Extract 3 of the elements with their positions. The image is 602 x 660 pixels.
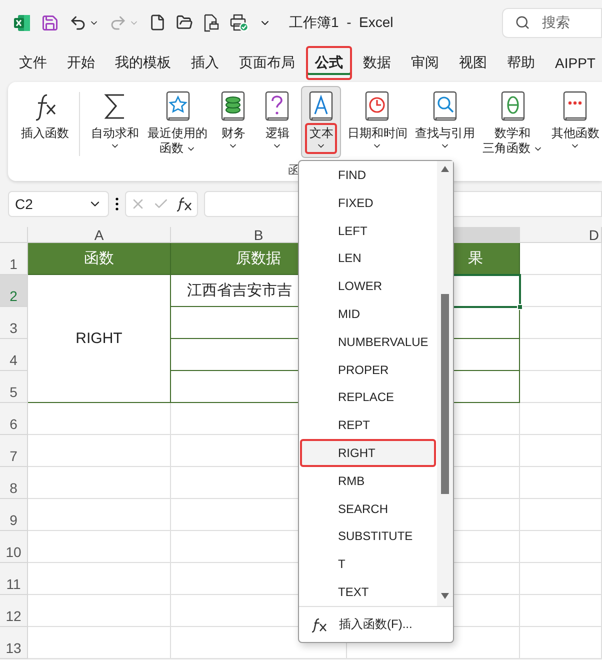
menu-item-label: 插入函数(F)... bbox=[339, 616, 412, 633]
window-title: 工作簿1 - Excel bbox=[289, 14, 394, 32]
header-cell: 函数 bbox=[28, 243, 171, 275]
